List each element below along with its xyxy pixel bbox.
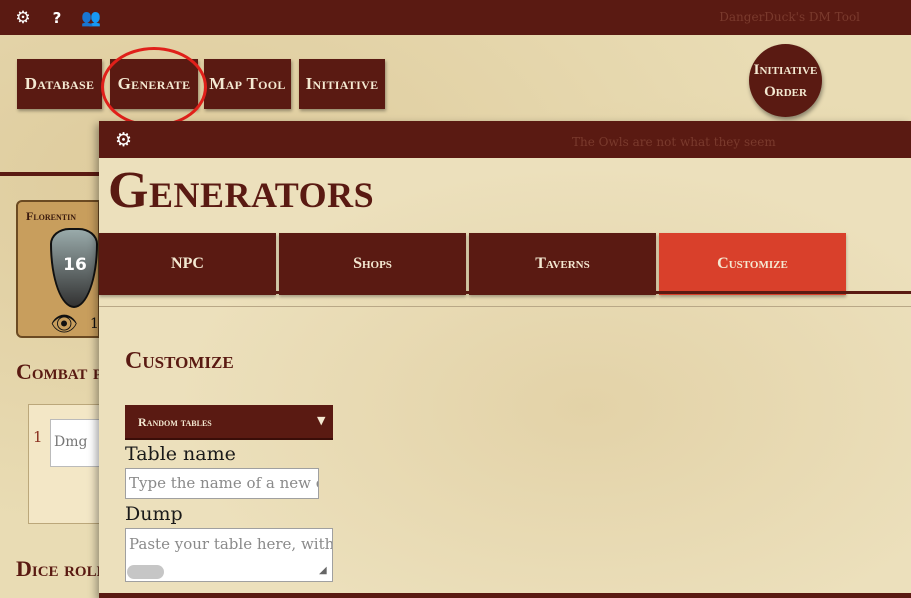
tab-taverns[interactable]: Taverns — [469, 233, 656, 295]
initiative-order-button[interactable]: Initiative Order — [749, 44, 822, 117]
map-tool-button[interactable]: Map Tool — [204, 59, 291, 109]
section-heading: Customize — [125, 348, 234, 374]
tab-customize[interactable]: Customize — [659, 233, 846, 295]
highlight-circle — [101, 47, 207, 127]
table-name-input[interactable]: Type the name of a new or existing table — [125, 468, 319, 499]
resize-handle-icon[interactable]: ◢ — [319, 565, 331, 579]
combat-heading: Combat pa — [16, 359, 112, 384]
generators-modal: ⚙ The Owls are not what they seem Genera… — [99, 121, 911, 598]
eye-icon: 👁 — [50, 312, 78, 337]
page-title: Generators — [108, 162, 375, 219]
tab-divider-thin — [99, 306, 911, 307]
settings-icon[interactable]: ⚙ — [12, 8, 34, 28]
top-bar: ⚙ ? 👥 DangerDuck's DM Tool — [0, 0, 911, 35]
damage-input[interactable]: Dmg — [50, 419, 100, 467]
app-title: DangerDuck's DM Tool — [719, 10, 860, 24]
dice-heading: Dice roll — [16, 556, 107, 581]
help-icon[interactable]: ? — [46, 9, 68, 27]
chevron-down-icon[interactable]: ▼ — [317, 414, 325, 427]
dump-label: Dump — [125, 503, 183, 525]
tab-divider — [99, 291, 911, 294]
gear-icon[interactable]: ⚙ — [115, 129, 132, 151]
database-button[interactable]: Database — [17, 59, 102, 109]
armor-class: 16 — [63, 255, 87, 275]
table-name-label: Table name — [125, 443, 236, 465]
users-icon[interactable]: 👥 — [80, 8, 102, 27]
tab-npc[interactable]: NPC — [99, 233, 276, 295]
perception-value: 1 — [90, 316, 99, 332]
combat-row-number: 1 — [33, 428, 43, 446]
table-type-select[interactable]: Random tables — [125, 405, 333, 440]
initiative-button[interactable]: Initiative — [299, 59, 385, 109]
tab-shops[interactable]: Shops — [279, 233, 466, 295]
initiative-order-line1: Initiative — [753, 61, 818, 78]
section-divider — [0, 172, 100, 176]
modal-subtitle: The Owls are not what they seem — [572, 135, 776, 149]
modal-footer-bar — [99, 593, 911, 598]
modal-header-bar — [99, 121, 911, 158]
textarea-scrollbar[interactable] — [127, 565, 164, 579]
initiative-order-line2: Order — [764, 83, 807, 100]
character-name: Florentin — [26, 209, 77, 223]
